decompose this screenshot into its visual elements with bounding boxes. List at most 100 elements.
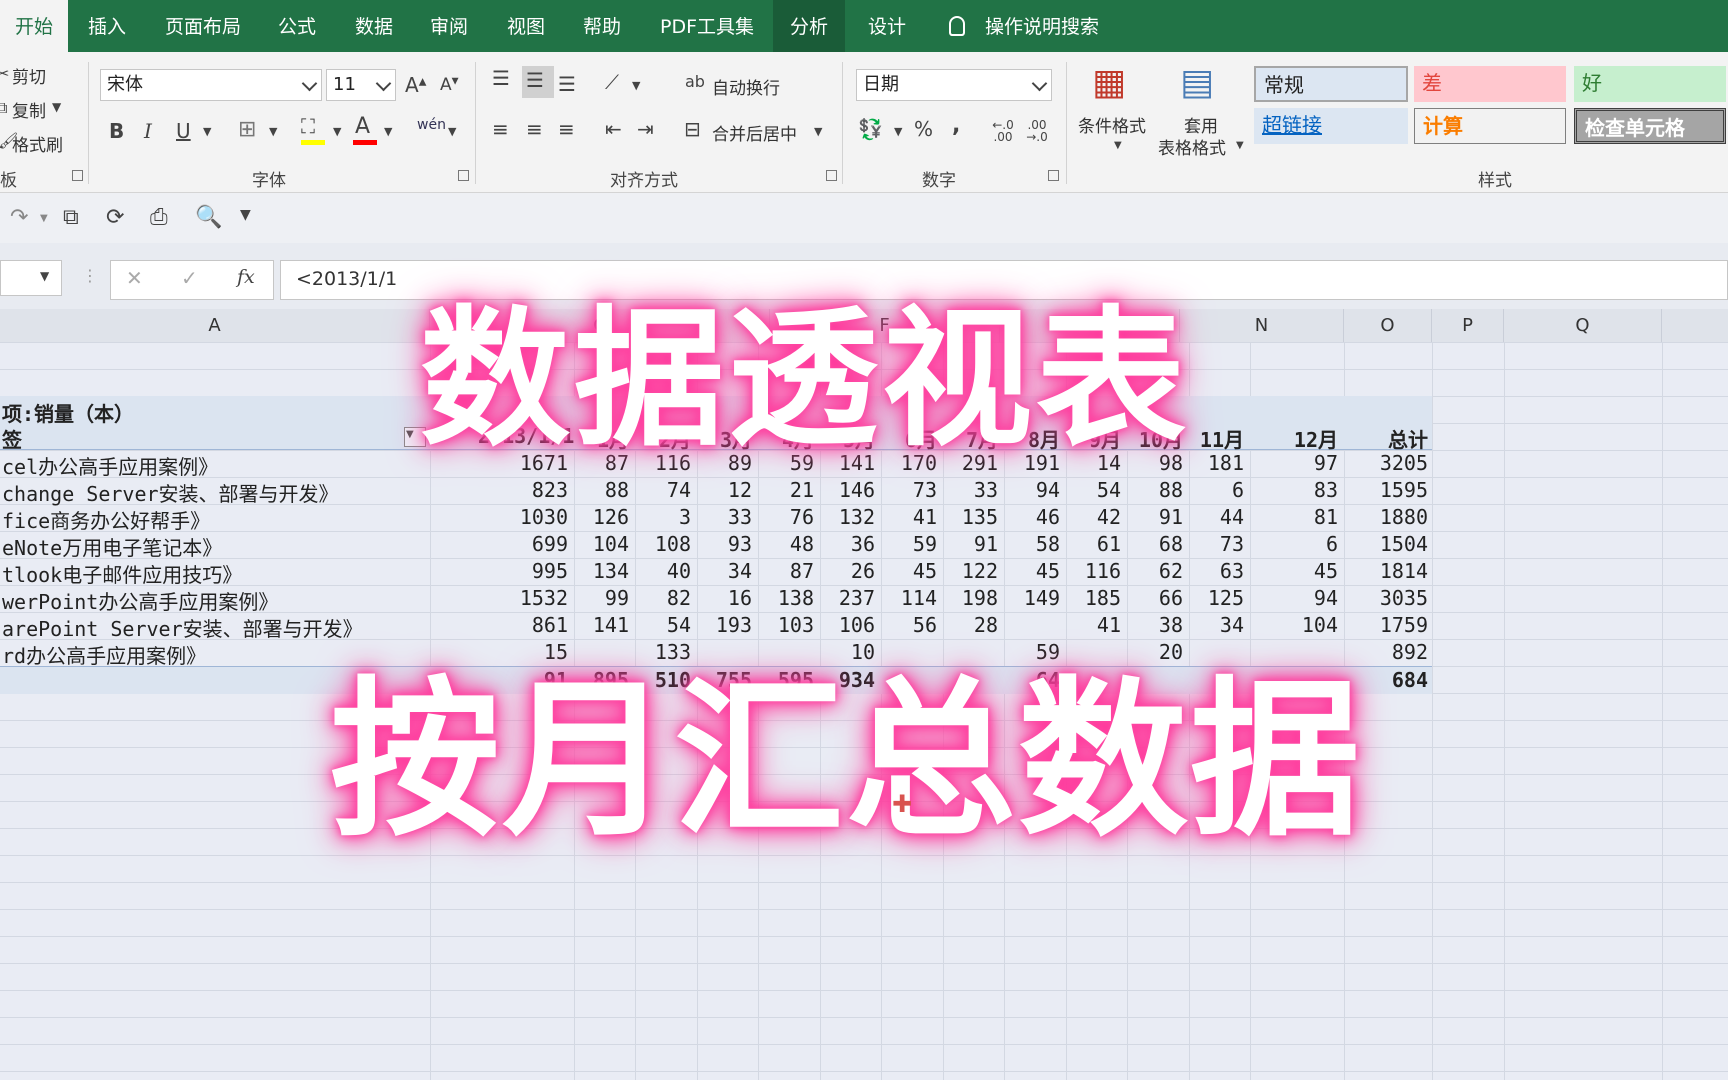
chevron-down-icon: ▼ (1236, 140, 1244, 151)
enter-icon[interactable]: ✓ (181, 266, 198, 290)
chevron-down-icon: ▼ (1114, 140, 1122, 151)
align-center-icon[interactable]: ≡ (526, 117, 543, 141)
font-name-select[interactable]: 宋体 (100, 69, 322, 101)
column-header-p[interactable]: P (1432, 309, 1504, 342)
comma-button[interactable]: , (952, 113, 960, 138)
italic-button[interactable]: I (144, 119, 152, 143)
cut-button[interactable]: 剪切 (12, 63, 46, 88)
column-gridline (1504, 342, 1505, 1080)
formula-value: <2013/1/1 (296, 268, 398, 290)
print-preview-icon[interactable]: 🔍 (195, 205, 222, 230)
underline-button[interactable]: U (176, 119, 191, 143)
group-divider (1066, 62, 1067, 184)
currency-icon[interactable]: 💱 (858, 117, 883, 141)
pivot-column-header: 总计 (1388, 428, 1428, 452)
font-size-value: 11 (333, 74, 356, 95)
pivot-cell: 45 (1313, 559, 1338, 583)
decrease-indent-icon[interactable]: ⇤ (605, 117, 622, 141)
number-format-select[interactable]: 日期 (856, 69, 1052, 101)
shrink-font-icon: A (440, 75, 452, 95)
pivot-cell: 1814 (1379, 559, 1428, 583)
column-header-a[interactable]: A (0, 309, 430, 342)
align-top-icon[interactable]: ☰ (492, 66, 510, 90)
column-header-n[interactable]: N (1180, 309, 1344, 342)
copy-button[interactable]: 复制 (12, 97, 46, 122)
pivot-cell: 83 (1313, 478, 1338, 502)
tab-view[interactable]: 视图 (507, 0, 545, 52)
pivot-cell: 1504 (1379, 532, 1428, 556)
orientation-icon[interactable]: ⟋ (605, 70, 619, 94)
align-bottom-icon[interactable]: ☰ (558, 72, 576, 96)
font-size-select[interactable]: 11 (326, 69, 396, 101)
group-divider (475, 62, 476, 184)
pivot-refresh-icon[interactable]: ⧉ (63, 205, 79, 230)
alignment-launcher-icon[interactable] (826, 170, 837, 181)
tab-insert[interactable]: 插入 (88, 0, 126, 52)
tab-design[interactable]: 设计 (868, 0, 906, 52)
print-icon[interactable]: ⎙ (150, 205, 168, 230)
chevron-down-icon: ▼ (448, 125, 457, 138)
tab-help[interactable]: 帮助 (583, 0, 621, 52)
tell-me-search[interactable]: 操作说明搜索 (985, 0, 1099, 52)
align-left-icon[interactable]: ≡ (492, 117, 509, 141)
number-group-label: 数字 (922, 171, 956, 191)
column-gridline (1432, 342, 1433, 1080)
pivot-row-name: eNote万用电子笔记本》 (2, 536, 223, 560)
format-painter-button[interactable]: 格式刷 (12, 131, 63, 156)
tab-review[interactable]: 审阅 (430, 0, 468, 52)
quick-access-toolbar (0, 193, 1728, 243)
redo-icon[interactable]: ↷ (10, 205, 28, 230)
shrink-font-button[interactable]: A▼ (440, 75, 459, 95)
decrease-decimal-button[interactable]: .00 →.0 (1023, 119, 1051, 143)
table-format-button[interactable]: 表格格式 (1158, 134, 1226, 159)
increase-indent-icon[interactable]: ⇥ (637, 117, 654, 141)
tab-home[interactable]: 开始 (0, 0, 68, 52)
number-launcher-icon[interactable] (1048, 170, 1059, 181)
wrap-text-button[interactable]: 自动换行 (712, 74, 780, 99)
clipboard-launcher-icon[interactable] (72, 170, 83, 181)
pivot-row-name: change Server安装、部署与开发》 (2, 482, 339, 506)
alignment-group-label: 对齐方式 (610, 171, 678, 191)
customize-qat-icon[interactable]: ▼ (240, 207, 251, 223)
fill-color-icon[interactable]: ⛶ (301, 114, 315, 138)
column-header-o[interactable]: O (1344, 309, 1432, 342)
tab-formulas[interactable]: 公式 (278, 0, 316, 52)
bold-button[interactable]: B (109, 119, 124, 143)
copy-icon: ⧉ (0, 98, 8, 117)
pivot-cell: 6 (1231, 478, 1244, 502)
style-good[interactable]: 好 (1574, 66, 1726, 102)
grow-font-button[interactable]: A▲ (405, 73, 426, 97)
style-normal[interactable]: 常规 (1254, 66, 1408, 102)
cancel-icon[interactable]: ✕ (126, 266, 143, 290)
insert-function-button[interactable]: fx (237, 266, 255, 288)
border-icon[interactable]: ⊞ (238, 117, 256, 142)
pivot-cell: 63 (1219, 559, 1244, 583)
style-bad[interactable]: 差 (1414, 66, 1566, 102)
refresh-all-icon[interactable]: ⟳ (106, 205, 124, 230)
tab-pdf-tools[interactable]: PDF工具集 (660, 0, 754, 52)
column-header-q[interactable]: Q (1504, 309, 1662, 342)
font-launcher-icon[interactable] (458, 170, 469, 181)
pivot-cell: 81 (1313, 505, 1338, 529)
chevron-down-icon: ▼ (203, 125, 212, 138)
lightbulb-icon (949, 16, 965, 36)
tab-data[interactable]: 数据 (355, 0, 393, 52)
percent-button[interactable]: % (914, 117, 933, 141)
style-check-cell[interactable]: 检查单元格 (1574, 108, 1726, 144)
merge-center-button[interactable]: 合并后居中 (712, 120, 797, 145)
style-calculation[interactable]: 计算 (1414, 108, 1566, 144)
align-right-icon[interactable]: ≡ (558, 117, 575, 141)
phonetic-guide-button[interactable]: wén (417, 117, 446, 133)
increase-decimal-button[interactable]: ←.0 .00 (989, 119, 1017, 143)
name-box[interactable] (0, 260, 62, 296)
tab-analyze[interactable]: 分析 (773, 0, 845, 52)
tab-page-layout[interactable]: 页面布局 (165, 0, 241, 52)
pivot-cell: 97 (1313, 451, 1338, 475)
style-hyperlink[interactable]: 超链接 (1254, 108, 1408, 144)
conditional-format-button[interactable]: 条件格式 (1078, 112, 1146, 137)
filter-arrow-icon: ▼ (406, 429, 414, 440)
cursor-cross-icon: ✚ (892, 790, 913, 818)
chevron-down-icon: ▼ (40, 269, 50, 283)
more-icon: ⋮ (82, 266, 98, 285)
font-color-icon[interactable]: A (355, 114, 370, 139)
